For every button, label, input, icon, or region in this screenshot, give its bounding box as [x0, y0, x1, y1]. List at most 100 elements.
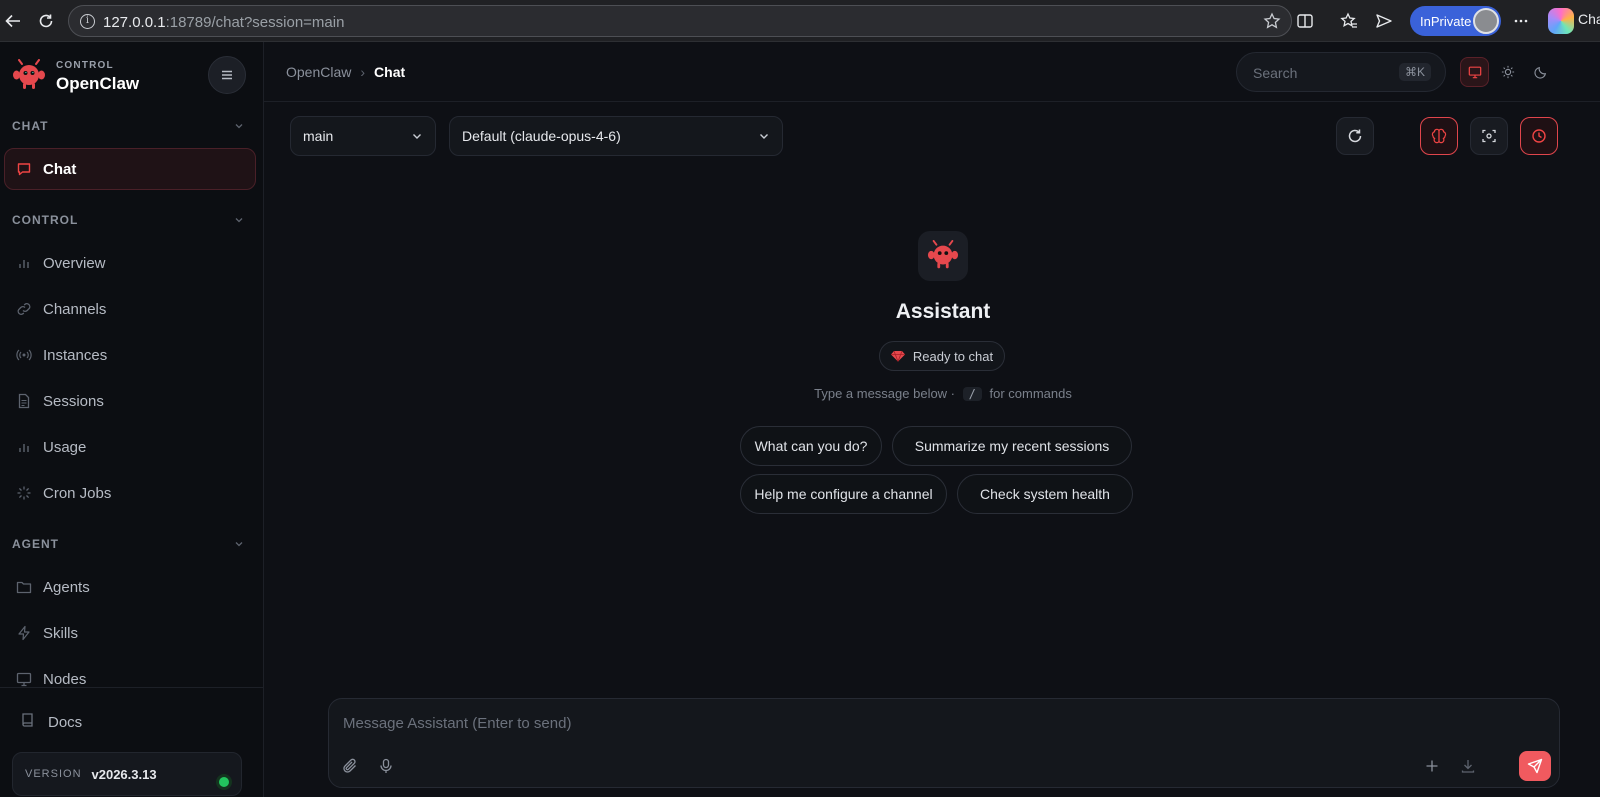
copilot-label[interactable]: Cha	[1578, 11, 1600, 27]
brand[interactable]: CONTROL OpenClaw	[12, 56, 139, 96]
thinking-toggle-button[interactable]	[1420, 117, 1458, 155]
address-url[interactable]: 127.0.0.1:18789/chat?session=main	[103, 14, 344, 31]
sidebar-item-instances[interactable]: Instances	[4, 334, 256, 376]
zap-icon	[15, 624, 33, 642]
split-screen-icon[interactable]	[1292, 8, 1318, 34]
favorite-star-icon[interactable]	[1263, 12, 1281, 35]
session-select[interactable]: main	[290, 116, 436, 156]
export-button[interactable]	[1455, 753, 1481, 779]
suggestion-chip[interactable]: What can you do?	[740, 426, 882, 466]
refresh-button[interactable]	[1336, 117, 1374, 155]
breadcrumb: OpenClaw › Chat	[286, 64, 405, 80]
sidebar-item-chat[interactable]: Chat	[4, 148, 256, 190]
sidebar-item-usage[interactable]: Usage	[4, 426, 256, 468]
back-icon[interactable]	[0, 8, 26, 34]
sidebar-item-cron-jobs[interactable]: Cron Jobs	[4, 472, 256, 514]
sidebar-item-label: Instances	[43, 346, 108, 364]
inprivate-label: InPrivate	[1420, 13, 1472, 29]
sidebar-item-label: Cron Jobs	[43, 484, 112, 502]
search-input[interactable]: Search ⌘K	[1236, 52, 1446, 92]
header: OpenClaw › Chat Search ⌘K	[264, 42, 1600, 102]
moon-icon	[1534, 66, 1547, 79]
brand-subtitle: CONTROL	[56, 59, 114, 71]
sidebar-item-label: Sessions	[43, 392, 104, 410]
sidebar-item-overview[interactable]: Overview	[4, 242, 256, 284]
breadcrumb-root[interactable]: OpenClaw	[286, 64, 351, 80]
section-header-agent[interactable]: AGENT	[12, 534, 244, 554]
suggestion-chip[interactable]: Summarize my recent sessions	[892, 426, 1132, 466]
send-icon	[1527, 758, 1543, 774]
status-badge: Ready to chat	[879, 341, 1005, 371]
sidebar-item-label: Chat	[43, 160, 77, 178]
chevron-down-icon	[413, 134, 421, 139]
sidebar-item-label: Skills	[43, 624, 79, 642]
paperclip-icon	[343, 758, 356, 773]
sidebar-item-agents[interactable]: Agents	[4, 566, 256, 608]
download-icon	[1461, 760, 1475, 773]
refresh-icon	[1348, 129, 1362, 143]
chevron-down-icon	[760, 134, 768, 139]
status-text: Ready to chat	[912, 348, 994, 364]
share-icon[interactable]	[1371, 8, 1397, 34]
breadcrumb-separator: ›	[360, 64, 366, 80]
chevron-down-icon	[235, 218, 243, 223]
bar-chart-icon	[15, 254, 33, 272]
inprivate-badge[interactable]: InPrivate	[1410, 6, 1501, 36]
favorites-icon[interactable]	[1336, 8, 1362, 34]
copilot-icon[interactable]	[1548, 8, 1574, 34]
theme-system-button[interactable]	[1460, 57, 1490, 87]
sidebar-item-label: Channels	[43, 300, 107, 318]
more-options-icon[interactable]	[1508, 8, 1534, 34]
search-placeholder: Search	[1253, 65, 1298, 81]
attach-button[interactable]	[337, 753, 363, 779]
hint-text-before: Type a message below ·	[814, 386, 956, 401]
sidebar-item-skills[interactable]: Skills	[4, 612, 256, 654]
sidebar-toggle-button[interactable]	[208, 56, 246, 94]
session-select-value: main	[303, 128, 334, 144]
status-dot	[219, 777, 229, 787]
reload-icon[interactable]	[33, 8, 59, 34]
sidebar: CONTROL OpenClaw CHAT Chat CONTROL Overv…	[0, 42, 264, 797]
theme-light-button[interactable]	[1493, 57, 1522, 87]
model-select[interactable]: Default (claude-opus-4-6)	[449, 116, 783, 156]
docs-label: Docs	[48, 713, 83, 731]
history-button[interactable]	[1520, 117, 1558, 155]
send-button[interactable]	[1519, 751, 1551, 781]
assistant-title: Assistant	[895, 300, 991, 323]
sidebar-item-channels[interactable]: Channels	[4, 288, 256, 330]
composer-hint: Type a message below · / for commands	[760, 386, 1126, 401]
voice-input-button[interactable]	[373, 753, 399, 779]
section-header-control[interactable]: CONTROL	[12, 210, 244, 230]
message-square-icon	[15, 160, 33, 178]
focus-mode-button[interactable]	[1470, 117, 1508, 155]
message-input[interactable]	[343, 709, 1443, 737]
sidebar-item-label: Nodes	[43, 670, 87, 688]
message-composer	[328, 698, 1560, 788]
suggestion-chip[interactable]: Check system health	[957, 474, 1133, 514]
openclaw-logo-icon	[927, 240, 959, 269]
browser-toolbar: i 127.0.0.1:18789/chat?session=main InPr…	[0, 0, 1600, 42]
hint-text-after: for commands	[989, 386, 1072, 401]
sidebar-item-nodes[interactable]: Nodes	[4, 658, 256, 700]
section-header-chat[interactable]: CHAT	[12, 116, 244, 136]
theme-dark-button[interactable]	[1527, 57, 1556, 87]
loader-icon	[15, 484, 33, 502]
version-value: v2026.3.13	[91, 766, 157, 782]
bar-chart-icon	[15, 438, 33, 456]
hint-command-key: /	[962, 387, 982, 401]
sidebar-item-sessions[interactable]: Sessions	[4, 380, 256, 422]
link-icon	[15, 300, 33, 318]
docs-link[interactable]: Docs	[20, 712, 82, 732]
microphone-icon	[380, 758, 392, 773]
sun-icon	[1501, 65, 1515, 79]
site-info-icon[interactable]: i	[80, 14, 95, 29]
clock-icon	[1532, 129, 1546, 143]
suggestion-chip[interactable]: Help me configure a channel	[740, 474, 947, 514]
address-bar[interactable]: i 127.0.0.1:18789/chat?session=main	[68, 5, 1292, 37]
brain-icon	[1431, 128, 1447, 144]
chevron-down-icon	[235, 124, 243, 129]
brand-title: OpenClaw	[56, 73, 140, 93]
new-chat-button[interactable]	[1419, 753, 1445, 779]
plus-icon	[1426, 760, 1438, 772]
folder-icon	[15, 578, 33, 596]
